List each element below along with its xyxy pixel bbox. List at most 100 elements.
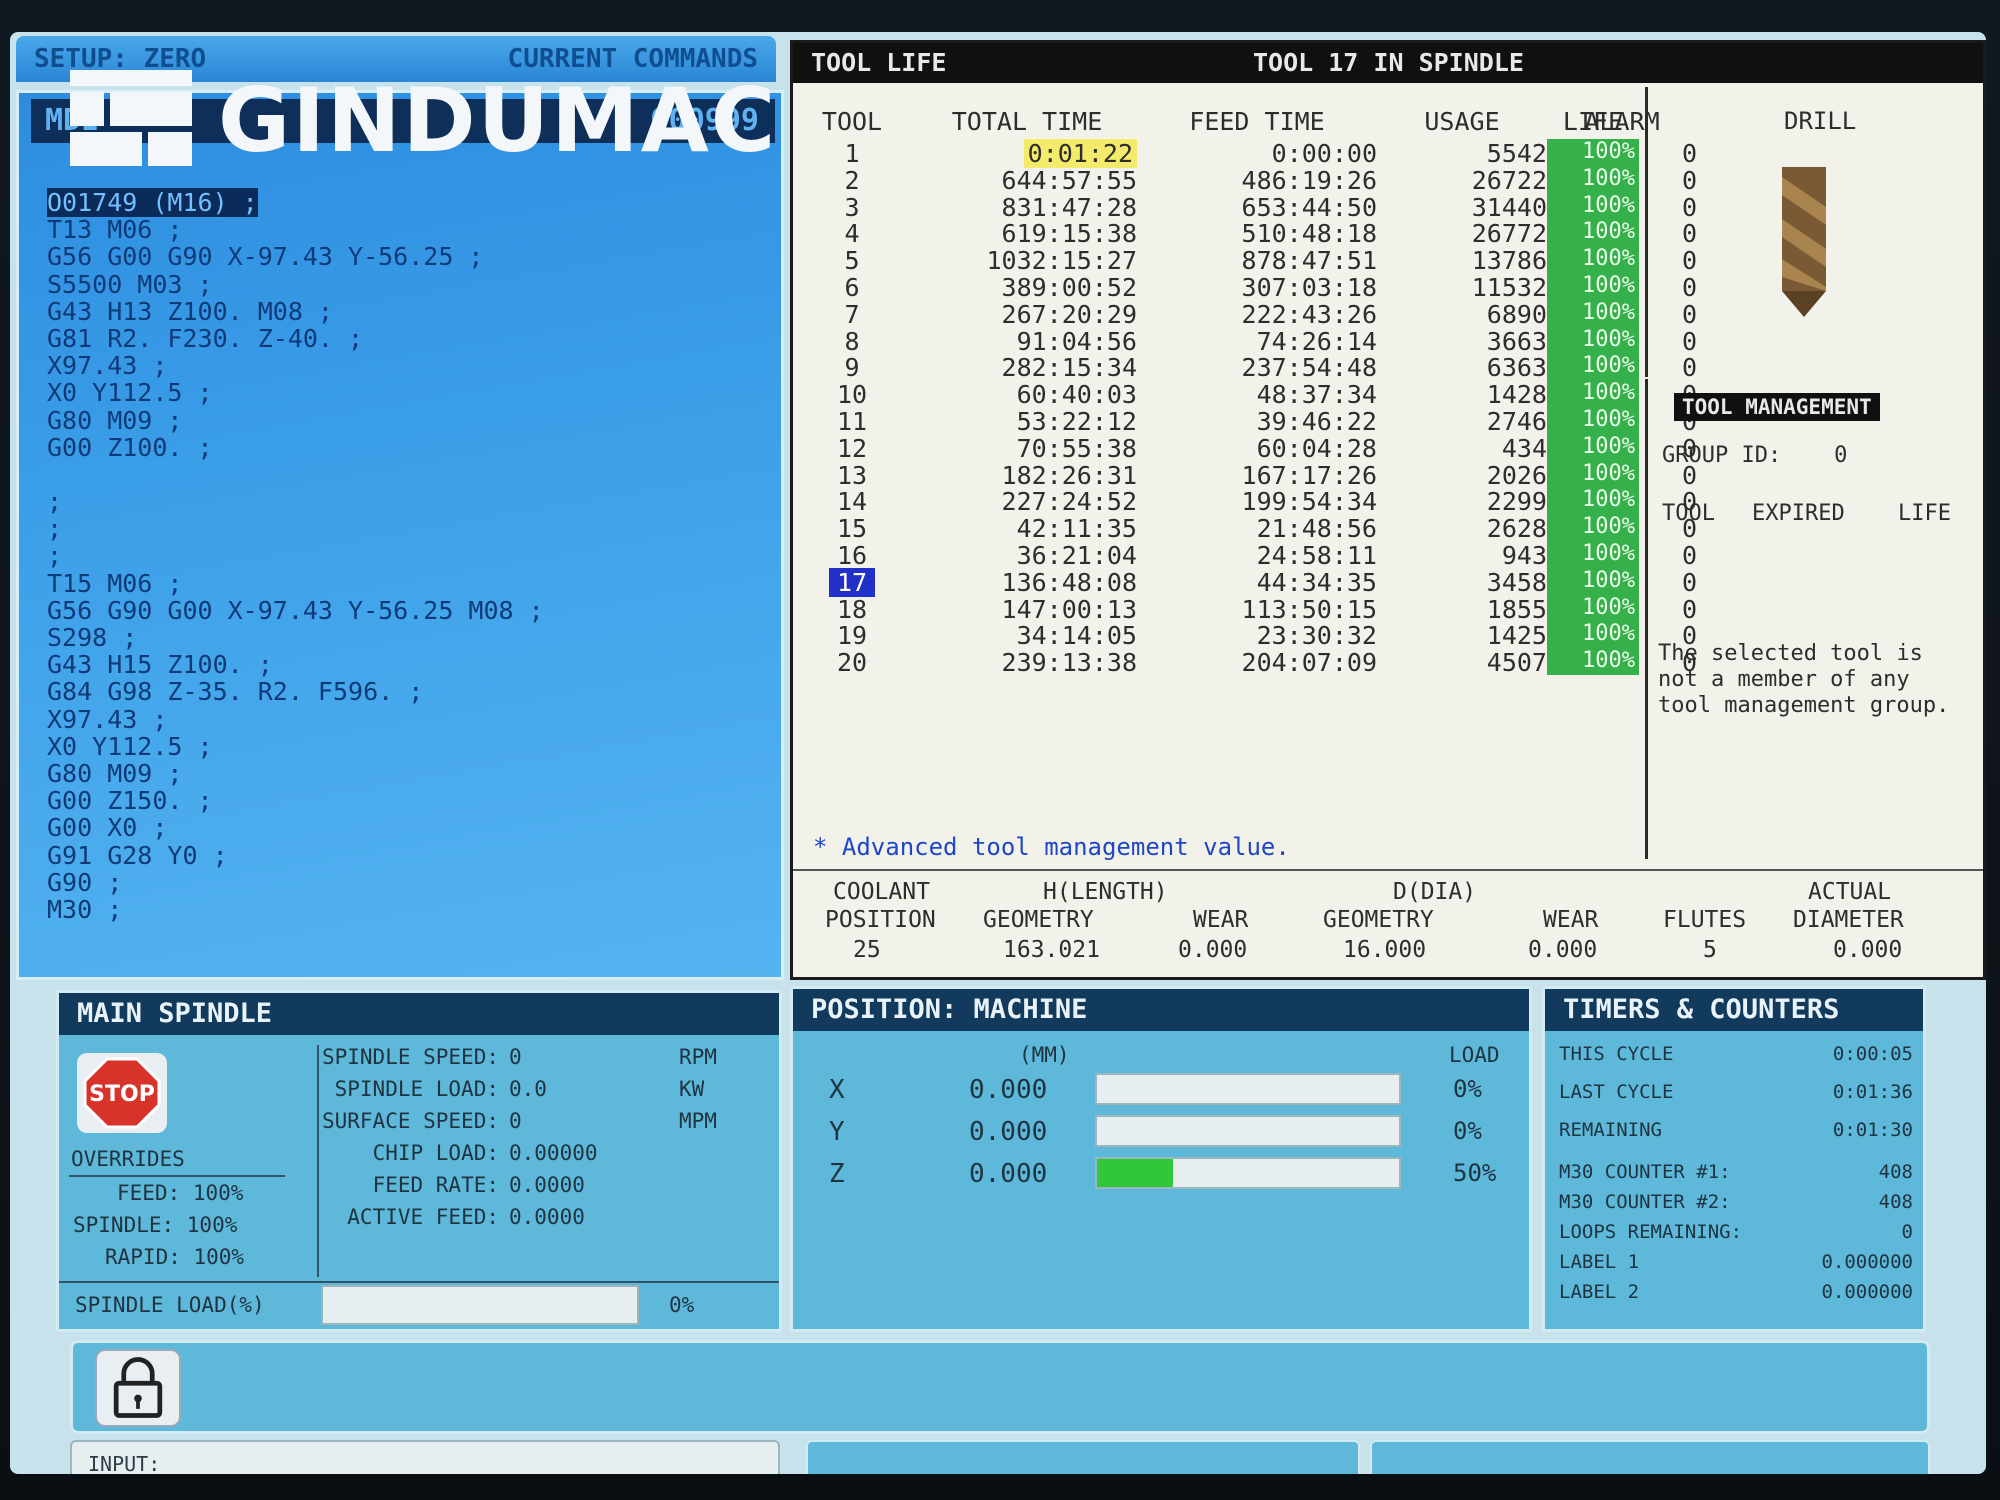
- tool-row[interactable]: 17 136:48:08 44:34:35 3458 0: [807, 567, 1697, 597]
- watermark-text: GINDUMAC: [218, 68, 778, 172]
- program-line-text: X97.43 ;: [47, 704, 168, 734]
- program-line[interactable]: G81 R2. F230. Z-40. ;: [47, 325, 777, 352]
- program-line[interactable]: ;: [47, 488, 777, 515]
- usage-count-text: 13786: [1471, 246, 1547, 276]
- h-wear-label: WEAR: [1193, 907, 1249, 933]
- feed-time-text: 48:37:34: [1256, 380, 1377, 410]
- spindle-readout-label: SPINDLE LOAD:: [334, 1077, 499, 1101]
- program-line-text: G80 M09 ;: [47, 758, 183, 788]
- total-time: 831:47:28: [917, 193, 1137, 222]
- input-field[interactable]: INPUT:: [70, 1440, 780, 1474]
- tool-row[interactable]: 1060:40:0348:37:3414280: [807, 380, 1697, 410]
- tool-row[interactable]: 20 239:13:38 204:07:09 4507 0: [807, 648, 1697, 677]
- program-line[interactable]: T13 M06 ;: [47, 216, 777, 243]
- tool-number: 6: [807, 273, 897, 302]
- program-line[interactable]: G80 M09 ;: [47, 760, 777, 787]
- header-usage: USAGE: [1424, 107, 1500, 136]
- tool-row[interactable]: 19 34:14:05 23:30:32 1425 0: [807, 621, 1697, 650]
- axis-position: 0.000: [969, 1159, 1048, 1189]
- program-line-text: X97.43 ;: [47, 351, 168, 381]
- tool-row[interactable]: 3 831:47:28 653:44:50 31440 0: [807, 193, 1697, 222]
- usage-count: 1855: [1377, 595, 1547, 624]
- lock-bar: [70, 1340, 1930, 1434]
- program-line[interactable]: ;: [47, 515, 777, 542]
- tool-row[interactable]: 18 147:00:13 113:50:15 1855 0: [807, 595, 1697, 624]
- program-line[interactable]: G00 X0 ;: [47, 814, 777, 841]
- timer-label: LABEL 1: [1559, 1251, 1640, 1273]
- program-line[interactable]: G91 G28 Y0 ;: [47, 841, 777, 869]
- feed-time: 167:17:26: [1137, 461, 1377, 490]
- total-time: 619:15:38: [917, 219, 1137, 248]
- usage-count: 3663: [1377, 327, 1547, 356]
- total-time: 147:00:13: [917, 595, 1137, 624]
- spindle-readout-label: ACTIVE FEED:: [347, 1205, 499, 1229]
- program-line[interactable]: G80 M09 ;: [47, 405, 777, 435]
- tool-row[interactable]: 1 0:01:22 0:00:00 5542 0: [807, 139, 1697, 168]
- program-line[interactable]: S298 ;: [47, 624, 777, 651]
- tool-row[interactable]: 12 70:55:38 60:04:28 434 0: [807, 434, 1697, 463]
- tool-row[interactable]: 6 389:00:52 307:03:18 11532 0: [807, 273, 1697, 302]
- program-line[interactable]: O01749 (M16) ;: [47, 188, 777, 217]
- feed-time: 199:54:34: [1137, 487, 1377, 516]
- tool-row[interactable]: 8 91:04:56 74:26:14 3663 0: [807, 327, 1697, 356]
- tool-row[interactable]: 16 36:21:04 24:58:11 943 0: [807, 541, 1697, 570]
- axis-letter: Y: [829, 1117, 845, 1147]
- program-line-text: X0 Y112.5 ;: [47, 378, 213, 408]
- life-bar: 100%: [1547, 487, 1639, 515]
- feed-time: 510:48:18: [1137, 219, 1377, 248]
- program-line[interactable]: G56 G90 G00 X-97.43 Y-56.25 M08 ;: [47, 597, 777, 624]
- usage-count-text: 5542: [1486, 139, 1547, 168]
- tool-row[interactable]: 2 644:57:55 486:19:26 26722 0: [807, 165, 1697, 195]
- program-line[interactable]: [47, 461, 777, 488]
- program-line[interactable]: X97.43 ;: [47, 704, 777, 734]
- program-line[interactable]: S5500 M03 ;: [47, 270, 777, 298]
- feed-time-text: 878:47:51: [1241, 246, 1377, 276]
- total-time-text: 267:20:29: [1001, 299, 1137, 329]
- program-line[interactable]: G00 Z150. ;: [47, 787, 777, 814]
- axis-letter: Z: [829, 1159, 845, 1189]
- program-line[interactable]: T15 M06 ;: [47, 570, 777, 597]
- program-line[interactable]: G56 G00 G90 X-97.43 Y-56.25 ;: [47, 243, 777, 270]
- program-line[interactable]: G90 ;: [47, 869, 777, 896]
- total-time-text: 0:01:22: [1023, 139, 1137, 168]
- axis-position: 0.000: [969, 1075, 1048, 1105]
- axis-load-value: 0%: [1453, 1117, 1482, 1145]
- program-line-text: G80 M09 ;: [47, 405, 183, 435]
- program-line[interactable]: X0 Y112.5 ;: [47, 733, 777, 760]
- feed-time: 21:48:56: [1137, 514, 1377, 543]
- life-bar: 100%: [1547, 326, 1639, 354]
- program-line[interactable]: X97.43 ;: [47, 352, 777, 379]
- program-line-text: ;: [47, 541, 63, 571]
- program-line-text: G00 Z100. ;: [47, 432, 213, 462]
- feed-time: 486:19:26: [1137, 166, 1377, 195]
- timer-value: 0:01:30: [1832, 1119, 1913, 1141]
- program-line[interactable]: G43 H15 Z100. ;: [47, 651, 777, 678]
- tool-row[interactable]: 13 182:26:31 167:17:26 2026 0: [807, 461, 1697, 490]
- drill-icon: [1782, 167, 1826, 317]
- tool-row[interactable]: 15 42:11:35 21:48:56 2628 0: [807, 514, 1697, 543]
- stop-sign-icon[interactable]: STOP: [77, 1053, 167, 1133]
- program-line[interactable]: G84 G98 Z-35. R2. F596. ;: [47, 678, 777, 705]
- program-line[interactable]: G00 Z100. ;: [47, 434, 777, 461]
- lock-button[interactable]: [95, 1349, 181, 1427]
- h-geometry-value: 163.021: [1003, 937, 1100, 963]
- program-line[interactable]: X0 Y112.5 ;: [47, 379, 777, 406]
- d-wear-value: 0.000: [1528, 937, 1598, 963]
- program-line[interactable]: ;: [47, 542, 777, 569]
- tool-row[interactable]: 9 282:15:34 237:54:48 6363 0: [807, 353, 1697, 382]
- tool-row[interactable]: 11 53:22:12 39:46:22 2746 0: [807, 406, 1697, 436]
- tool-management-message: The selected tool is not a member of any…: [1658, 641, 1950, 718]
- tool-row[interactable]: 4 619:15:38 510:48:18 26772 0: [807, 219, 1697, 248]
- program-panel[interactable]: MDI O00999 O01749 (M16) ;T13 M06 ;G56 G0…: [16, 90, 784, 980]
- tool-row[interactable]: 7 267:20:29 222:43:26 6890 0: [807, 299, 1697, 329]
- tool-management-title: TOOL MANAGEMENT: [1674, 393, 1880, 421]
- program-line[interactable]: M30 ;: [47, 896, 777, 923]
- timers-title: TIMERS & COUNTERS: [1545, 989, 1923, 1031]
- tool-number-text: 2: [844, 165, 860, 195]
- usage-count-text: 3458: [1486, 567, 1547, 597]
- tool-row[interactable]: 14 227:24:52 199:54:34 2299 0: [807, 487, 1697, 516]
- tool-row[interactable]: 5 1032:15:27 878:47:51 13786 0: [807, 246, 1697, 276]
- total-time-text: 53:22:12: [1016, 406, 1137, 436]
- program-listing[interactable]: O01749 (M16) ; T13 M06 ; G56 G00 G90 X-97.…: [47, 188, 777, 923]
- program-line[interactable]: G43 H13 Z100. M08 ;: [47, 298, 777, 325]
